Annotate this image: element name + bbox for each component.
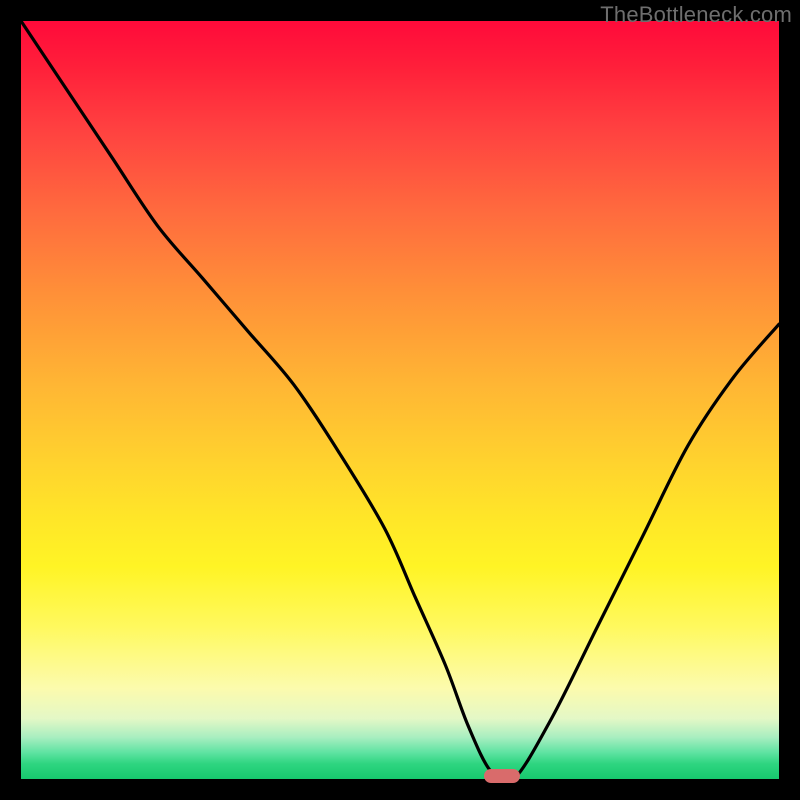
plot-area xyxy=(21,21,779,779)
bottleneck-curve xyxy=(21,21,779,779)
chart-frame: TheBottleneck.com xyxy=(0,0,800,800)
optimal-marker xyxy=(484,769,520,783)
attribution-text: TheBottleneck.com xyxy=(600,2,792,28)
